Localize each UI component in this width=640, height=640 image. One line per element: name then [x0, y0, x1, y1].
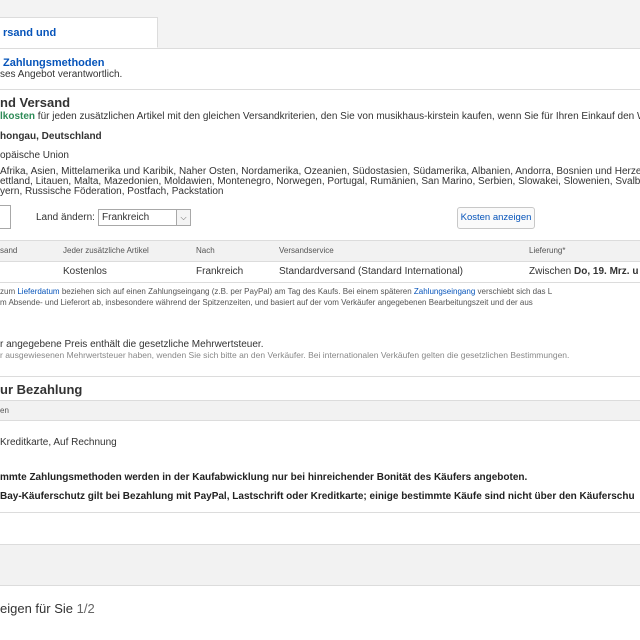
note-text: zum [0, 287, 18, 296]
tab-shipping-payment[interactable]: rsand und Zahlungsmethoden [0, 17, 158, 69]
th-shipping: sand [0, 246, 18, 255]
ads-pager: 1/2 [76, 601, 95, 616]
payment-methods: Kreditkarte, Auf Rechnung [0, 437, 117, 448]
th-service: Versandservice [279, 246, 334, 255]
payment-table-header: en [0, 400, 640, 421]
cell-service: Standardversand (Standard International) [279, 266, 464, 277]
seller-responsibility-text: ses Angebot verantwortlich. [0, 69, 123, 80]
country-select-value: Frankreich [102, 212, 150, 223]
th-payment-methods: en [0, 406, 9, 415]
cell-destination: Frankreich [196, 266, 244, 277]
ships-to: opäische Union [0, 150, 69, 161]
th-delivery: Lieferung* [529, 246, 566, 255]
payment-heading: ur Bezahlung [0, 382, 83, 397]
note-text: verschiebt sich das L [475, 287, 553, 296]
vat-line-2: r ausgewiesenen Mehrwertsteuer haben, we… [0, 350, 570, 360]
chevron-down-icon: ⌵ [176, 210, 190, 225]
shipping-free-note: lkosten für jeden zusätzlichen Artikel m… [0, 111, 640, 122]
show-costs-button[interactable]: Kosten anzeigen [457, 207, 535, 229]
item-location: hongau, Deutschland [0, 131, 102, 142]
delivery-note-2: m Absende- und Lieferort ab, insbesonder… [0, 298, 533, 307]
divider [0, 89, 640, 90]
payment-notice-2: Bay-Käuferschutz gilt bei Bezahlung mit … [0, 491, 635, 502]
excluded-countries-3: yern, Russische Föderation, Postfach, Pa… [0, 186, 224, 197]
th-additional-item: Jeder zusätzliche Artikel [63, 246, 149, 255]
tab-bar: rsand und Zahlungsmethoden [0, 0, 640, 69]
payment-notice-1: mmte Zahlungsmethoden werden in der Kauf… [0, 472, 528, 483]
shipping-heading: nd Versand [0, 95, 71, 110]
delivery-date: Do, 19. Mrz. u [574, 266, 639, 277]
country-select[interactable]: Frankreich ⌵ [98, 209, 191, 226]
payment-receipt-link[interactable]: Zahlungseingang [414, 287, 475, 296]
divider [0, 376, 640, 377]
quantity-input[interactable] [0, 205, 11, 229]
change-country-label: Land ändern: [36, 212, 95, 223]
cell-delivery: Zwischen Do, 19. Mrz. u [529, 266, 638, 277]
divider [0, 512, 640, 513]
delivery-note-1: zum Lieferdatum beziehen sich auf einen … [0, 287, 552, 296]
ads-separator-band [0, 544, 640, 586]
delivery-date-link[interactable]: Lieferdatum [17, 287, 59, 296]
ads-title-text: eigen für Sie [0, 601, 73, 616]
free-shipping-label: lkosten [0, 111, 36, 122]
th-to: Nach [196, 246, 215, 255]
vat-line-1: r angegebene Preis enthält die gesetzlic… [0, 339, 264, 350]
free-shipping-text: für jeden zusätzlichen Artikel mit den g… [35, 111, 640, 122]
note-text: beziehen sich auf einen Zahlungseingang … [59, 287, 414, 296]
cell-additional-cost: Kostenlos [63, 266, 107, 277]
ads-title: eigen für Sie 1/2 [0, 601, 95, 616]
shipping-table-header: sand Jeder zusätzliche Artikel Nach Vers… [0, 240, 640, 262]
delivery-prefix: Zwischen [529, 266, 575, 277]
divider [0, 282, 640, 283]
